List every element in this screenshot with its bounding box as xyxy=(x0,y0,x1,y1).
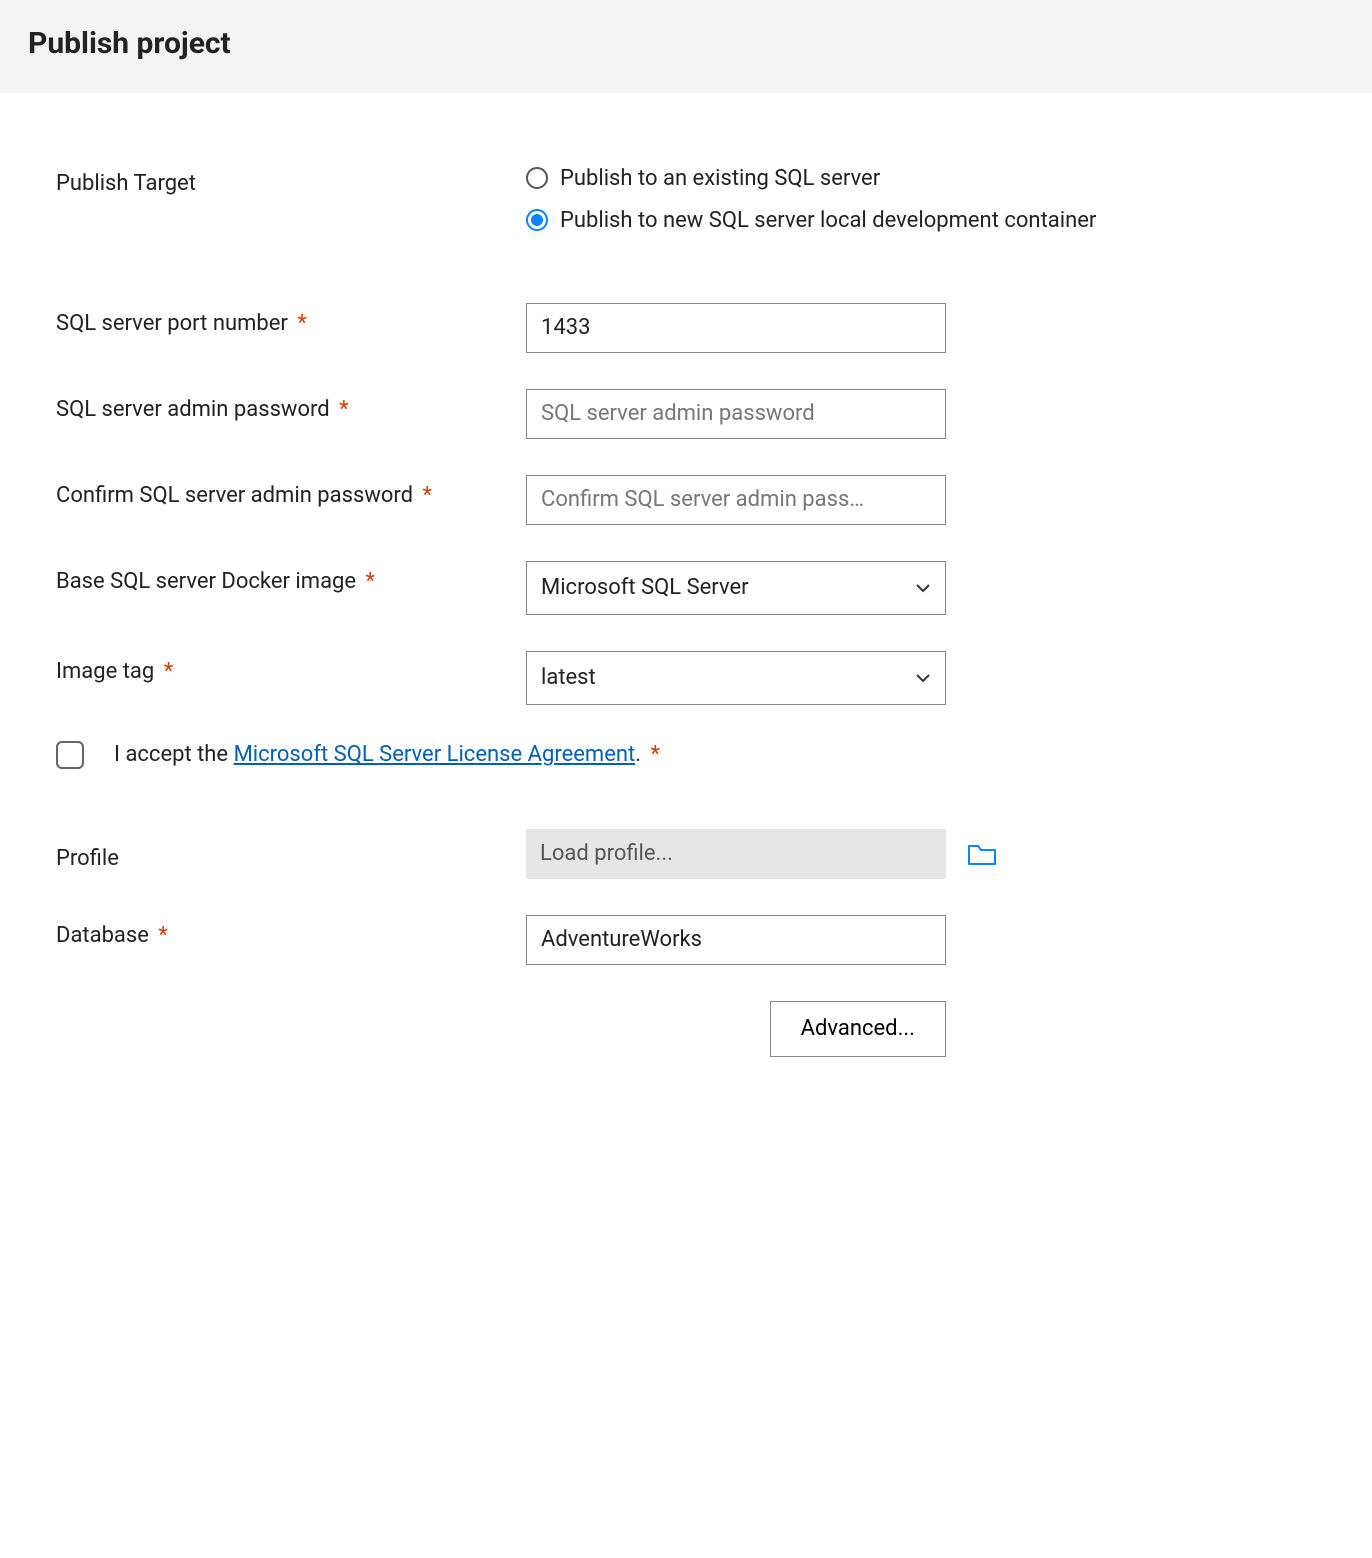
admin-password-label-text: SQL server admin password xyxy=(56,397,330,422)
dialog-header: Publish project xyxy=(0,0,1372,93)
admin-password-input[interactable] xyxy=(526,389,946,439)
image-tag-label: Image tag * xyxy=(56,651,526,684)
radio-existing-label: Publish to an existing SQL server xyxy=(560,163,880,195)
port-label: SQL server port number * xyxy=(56,303,526,336)
license-prefix: I accept the xyxy=(114,742,234,767)
profile-label: Profile xyxy=(56,836,526,871)
publish-target-options: Publish to an existing SQL server Publis… xyxy=(526,163,1316,247)
required-mark: * xyxy=(164,659,173,684)
port-input[interactable] xyxy=(526,303,946,353)
image-tag-label-text: Image tag xyxy=(56,659,154,684)
profile-input[interactable]: Load profile... xyxy=(526,829,946,879)
license-row: I accept the Microsoft SQL Server Licens… xyxy=(56,741,1316,769)
docker-image-value: Microsoft SQL Server xyxy=(541,575,749,600)
port-row: SQL server port number * xyxy=(56,303,1316,353)
publish-target-label: Publish Target xyxy=(56,163,526,196)
confirm-password-label: Confirm SQL server admin password * xyxy=(56,475,526,508)
radio-icon xyxy=(526,209,548,231)
required-mark: * xyxy=(158,923,167,948)
docker-image-label-text: Base SQL server Docker image xyxy=(56,569,356,594)
confirm-password-label-text: Confirm SQL server admin password xyxy=(56,483,413,508)
license-checkbox[interactable] xyxy=(56,741,84,769)
radio-new-container-label: Publish to new SQL server local developm… xyxy=(560,205,1096,237)
database-label-text: Database xyxy=(56,923,149,948)
profile-row: Profile Load profile... xyxy=(56,829,1316,879)
radio-icon xyxy=(526,167,548,189)
image-tag-value: latest xyxy=(541,665,596,690)
docker-image-select[interactable]: Microsoft SQL Server xyxy=(526,561,946,615)
required-mark: * xyxy=(423,483,432,508)
confirm-password-input[interactable] xyxy=(526,475,946,525)
publish-target-row: Publish Target Publish to an existing SQ… xyxy=(56,163,1316,247)
button-row: Advanced... xyxy=(56,1001,946,1057)
database-input[interactable] xyxy=(526,915,946,965)
required-mark: * xyxy=(339,397,348,422)
advanced-button[interactable]: Advanced... xyxy=(770,1001,946,1057)
chevron-down-icon xyxy=(915,580,931,596)
docker-image-row: Base SQL server Docker image * Microsoft… xyxy=(56,561,1316,615)
port-label-text: SQL server port number xyxy=(56,311,288,336)
license-label: I accept the Microsoft SQL Server Licens… xyxy=(114,742,660,767)
form-area: Publish Target Publish to an existing SQ… xyxy=(0,93,1372,1097)
image-tag-select[interactable]: latest xyxy=(526,651,946,705)
required-mark: * xyxy=(366,569,375,594)
radio-existing-sql-server[interactable]: Publish to an existing SQL server xyxy=(526,163,1316,195)
required-mark: * xyxy=(297,311,306,336)
admin-password-label: SQL server admin password * xyxy=(56,389,526,422)
required-mark: * xyxy=(650,742,659,767)
database-label: Database * xyxy=(56,915,526,948)
license-link[interactable]: Microsoft SQL Server License Agreement xyxy=(234,742,636,767)
database-row: Database * xyxy=(56,915,1316,965)
image-tag-row: Image tag * latest xyxy=(56,651,1316,705)
chevron-down-icon xyxy=(915,670,931,686)
docker-image-label: Base SQL server Docker image * xyxy=(56,561,526,594)
confirm-password-row: Confirm SQL server admin password * xyxy=(56,475,1316,525)
profile-placeholder: Load profile... xyxy=(540,841,673,866)
dialog-title: Publish project xyxy=(28,26,1344,61)
admin-password-row: SQL server admin password * xyxy=(56,389,1316,439)
radio-new-container[interactable]: Publish to new SQL server local developm… xyxy=(526,205,1316,237)
folder-icon[interactable] xyxy=(968,842,996,866)
license-suffix: . xyxy=(635,742,641,767)
